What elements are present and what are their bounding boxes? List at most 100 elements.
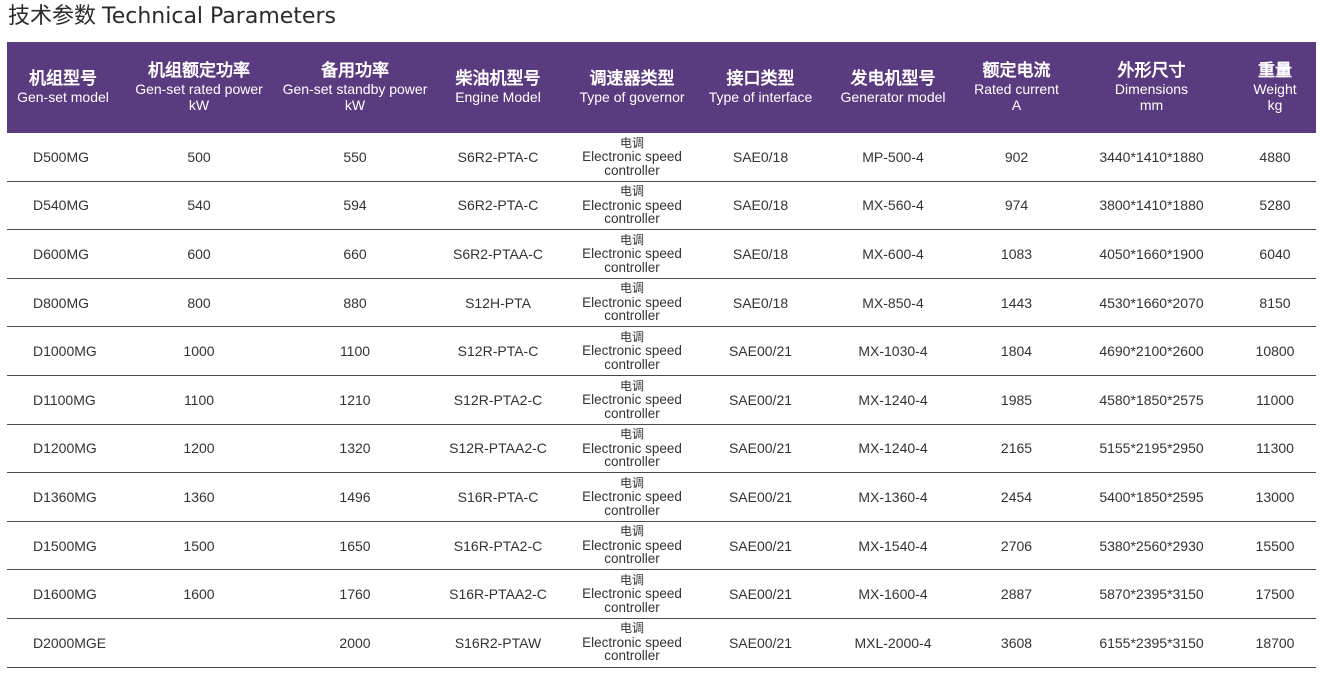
header-label-cn: 外形尺寸 — [1117, 61, 1186, 81]
cell-governor: 电调 Electronic speed controller — [565, 525, 699, 566]
cell-standby-power: 594 — [343, 197, 367, 214]
cell-interface: SAE00/21 — [728, 634, 793, 651]
governor-cn: 电调 — [619, 476, 644, 490]
cell-dimensions: 5155*2195*2950 — [1099, 440, 1204, 457]
header-label-en: Gen-set rated power — [135, 81, 263, 97]
governor-cn: 电调 — [619, 573, 644, 587]
governor-cn: 电调 — [619, 136, 644, 150]
cell-engine-model: S12R-PTAA2-C — [449, 440, 547, 457]
governor-cn: 电调 — [619, 428, 644, 442]
cell-model: D600MG — [33, 245, 90, 262]
cell-engine-model: S16R-PTAA2-C — [449, 586, 547, 603]
governor-en-line1: Electronic speed — [582, 392, 682, 408]
cell-governor: 电调 Electronic speed controller — [565, 622, 699, 663]
header-rated-power: 机组额定功率 Gen-set rated power kW — [119, 42, 279, 133]
technical-parameters-table: 机组型号 Gen-set model 机组额定功率 Gen-set rated … — [7, 42, 1316, 668]
governor-cn: 电调 — [619, 282, 644, 296]
cell-rated-current: 902 — [1004, 148, 1029, 165]
governor-cn: 电调 — [619, 622, 644, 636]
header-unit: kW — [344, 97, 366, 113]
table-row: D2000MGE 2000 S16R2-PTAW 电调 Electronic s… — [7, 619, 1316, 668]
header-generator-model: 发电机型号 Generator model — [822, 42, 964, 133]
cell-standby-power: 1760 — [339, 586, 371, 603]
governor-en-line2: controller — [604, 551, 660, 566]
governor-en-line1: Electronic speed — [582, 246, 682, 262]
cell-rated-power: 1360 — [183, 488, 215, 505]
cell-dimensions: 4050*1660*1900 — [1099, 245, 1204, 262]
cell-weight: 8150 — [1259, 294, 1291, 311]
cell-governor: 电调 Electronic speed controller — [565, 477, 699, 518]
cell-standby-power: 660 — [343, 245, 367, 262]
header-label-cn: 接口类型 — [726, 69, 795, 89]
cell-standby-power: 1210 — [339, 391, 371, 408]
cell-model: D500MG — [33, 148, 90, 165]
governor-en-line2: controller — [604, 308, 660, 323]
table-row: D1600MG 1600 1760 S16R-PTAA2-C 电调 Electr… — [7, 570, 1316, 619]
cell-engine-model: S6R2-PTA-C — [457, 148, 539, 165]
header-label-cn: 备用功率 — [321, 61, 389, 81]
cell-generator-model: MX-560-4 — [862, 197, 924, 214]
governor-cn: 电调 — [619, 379, 644, 393]
cell-governor: 电调 Electronic speed controller — [565, 428, 699, 469]
cell-weight: 18700 — [1255, 634, 1295, 651]
cell-governor: 电调 Electronic speed controller — [565, 282, 699, 323]
cell-governor: 电调 Electronic speed controller — [565, 574, 699, 615]
cell-rated-power: 500 — [187, 148, 211, 165]
header-unit: kg — [1267, 97, 1283, 113]
cell-dimensions: 4690*2100*2600 — [1099, 343, 1204, 360]
header-unit: A — [1011, 97, 1022, 113]
cell-weight: 6040 — [1259, 245, 1291, 262]
cell-interface: SAE00/21 — [728, 440, 793, 457]
header-governor-type: 调速器类型 Type of governor — [565, 42, 699, 133]
header-rated-current: 额定电流 Rated current A — [964, 42, 1069, 133]
cell-rated-power: 540 — [187, 197, 211, 214]
cell-weight: 15500 — [1255, 537, 1295, 554]
governor-en-line1: Electronic speed — [582, 634, 682, 650]
cell-rated-current: 1083 — [1000, 245, 1033, 262]
cell-rated-power: 800 — [187, 294, 211, 311]
cell-interface: SAE0/18 — [732, 197, 789, 214]
table-row: D540MG 540 594 S6R2-PTA-C 电调 Electronic … — [7, 182, 1316, 231]
cell-interface: SAE0/18 — [732, 245, 789, 262]
governor-en-line1: Electronic speed — [582, 343, 682, 359]
table-header: 机组型号 Gen-set model 机组额定功率 Gen-set rated … — [7, 42, 1316, 133]
governor-en-line2: controller — [604, 405, 660, 421]
cell-standby-power: 880 — [343, 294, 367, 311]
cell-interface: SAE00/21 — [728, 343, 793, 360]
governor-en-line1: Electronic speed — [582, 197, 682, 213]
cell-governor: 电调 Electronic speed controller — [565, 331, 699, 372]
cell-standby-power: 1496 — [339, 488, 371, 505]
cell-rated-current: 2887 — [1000, 586, 1033, 603]
header-standby-power: 备用功率 Gen-set standby power kW — [279, 42, 431, 133]
page-title-cn: 技术参数 — [8, 4, 97, 29]
table-row: D500MG 500 550 S6R2-PTA-C 电调 Electronic … — [7, 133, 1316, 182]
governor-en-line2: controller — [604, 162, 660, 178]
cell-engine-model: S6R2-PTA-C — [457, 197, 539, 214]
cell-rated-current: 974 — [1004, 197, 1029, 214]
cell-standby-power: 1320 — [339, 440, 371, 457]
governor-en-line2: controller — [604, 599, 660, 615]
cell-engine-model: S12R-PTA2-C — [453, 391, 543, 408]
governor-en-line2: controller — [604, 259, 660, 275]
header-interface-type: 接口类型 Type of interface — [699, 42, 822, 133]
cell-dimensions: 3440*1410*1880 — [1099, 148, 1204, 165]
cell-governor: 电调 Electronic speed controller — [565, 137, 699, 178]
header-label-en: Rated current — [974, 81, 1059, 97]
governor-en-line1: Electronic speed — [582, 586, 682, 602]
cell-generator-model: MX-1540-4 — [858, 537, 928, 554]
cell-weight: 10800 — [1255, 343, 1295, 360]
cell-rated-power: 1000 — [183, 343, 215, 360]
cell-interface: SAE00/21 — [728, 537, 793, 554]
cell-generator-model: MP-500-4 — [862, 148, 924, 165]
cell-rated-power: 1600 — [183, 586, 215, 603]
governor-en-line2: controller — [604, 648, 660, 663]
header-label-cn: 发电机型号 — [850, 69, 936, 89]
cell-model: D1000MG — [33, 343, 97, 360]
cell-generator-model: MX-1600-4 — [858, 586, 928, 603]
cell-weight: 11300 — [1256, 440, 1294, 457]
cell-standby-power: 550 — [343, 148, 367, 165]
governor-cn: 电调 — [619, 233, 644, 247]
header-engine-model: 柴油机型号 Engine Model — [431, 42, 565, 133]
cell-governor: 电调 Electronic speed controller — [565, 380, 699, 421]
cell-rated-current: 3608 — [1000, 634, 1033, 651]
